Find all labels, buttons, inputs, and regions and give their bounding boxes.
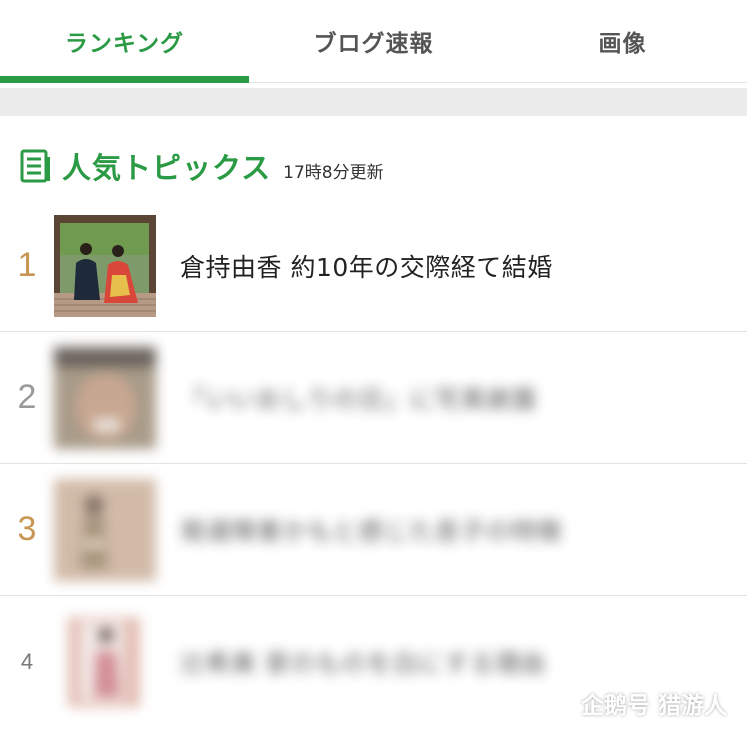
tab-blog-news[interactable]: ブログ速報 xyxy=(249,0,498,82)
document-list-icon xyxy=(20,149,50,183)
watermark-text: 企鹅号 猎游人 xyxy=(580,693,727,719)
item-title: 倉持由香 約10年の交際経て結婚 xyxy=(180,252,553,282)
thumbnail-image xyxy=(54,214,156,317)
rank-number: 1 xyxy=(17,246,37,284)
thumbnail-image xyxy=(54,346,156,449)
rank-number: 4 xyxy=(20,648,34,674)
list-item[interactable]: 2 「いいおしりの日」に写真披露 xyxy=(0,332,747,464)
watermark: 企鹅号 猎游人 xyxy=(544,686,727,720)
list-item[interactable]: 3 発達障害かもと感じた息子の特徴 xyxy=(0,464,747,596)
tab-images[interactable]: 画像 xyxy=(498,0,747,82)
topics-list: 1 倉持由香 約10年の交際経て結婚 2 「いいおしりの日」に写真披露 3 発達… xyxy=(0,200,747,727)
list-item[interactable]: 1 倉持由香 約10年の交際経て結婚 xyxy=(0,200,747,332)
thumbnail-image xyxy=(54,610,156,713)
tab-bar: ランキング ブログ速報 画像 xyxy=(0,0,747,83)
page: ランキング ブログ速報 画像 人気トピックス 17時8分更新 1 倉持由香 約1… xyxy=(0,0,747,732)
penguin-icon xyxy=(544,690,575,716)
section-divider-band xyxy=(0,88,747,116)
rank-number: 3 xyxy=(17,510,37,548)
item-title: 発達障害かもと感じた息子の特徴 xyxy=(180,516,563,546)
tab-ranking[interactable]: ランキング xyxy=(0,0,249,83)
update-time: 17時8分更新 xyxy=(283,162,384,183)
item-title: 「いいおしりの日」に写真披露 xyxy=(180,384,538,414)
thumbnail-image xyxy=(54,478,156,581)
section-header: 人気トピックス 17時8分更新 xyxy=(20,146,384,186)
rank-number: 2 xyxy=(17,378,37,416)
item-title: 辻希美 家のものを白にする理由 xyxy=(180,648,546,678)
section-title: 人気トピックス xyxy=(62,151,272,185)
